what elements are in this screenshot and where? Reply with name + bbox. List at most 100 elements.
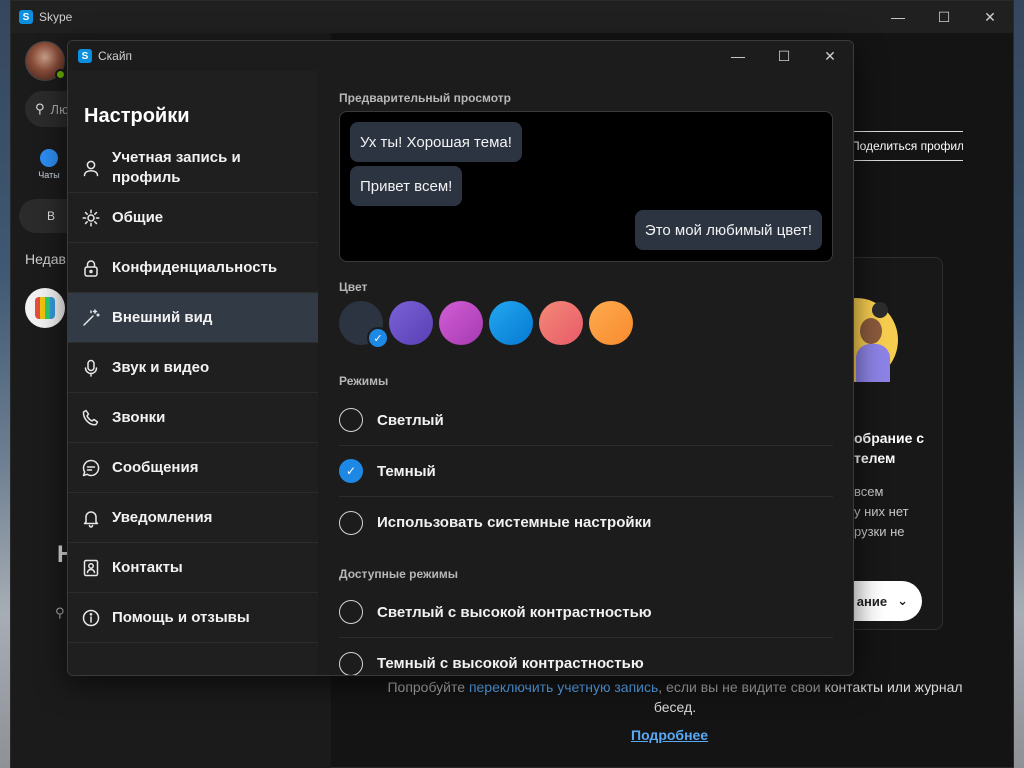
main-window-controls: — ☐ ✕: [875, 1, 1013, 33]
tab-chats-label: Чаты: [38, 170, 60, 180]
color-swatch[interactable]: [439, 301, 483, 345]
mode-option-label: Светлый с высокой контрастностью: [377, 603, 652, 621]
mode-option-label: Светлый: [377, 411, 444, 429]
radio-unchecked-icon[interactable]: [339, 600, 363, 624]
main-titlebar: S Skype — ☐ ✕: [11, 1, 1013, 33]
settings-nav-item-label: Сообщения: [112, 458, 199, 476]
gear-icon: [80, 207, 102, 229]
recent-chat-avatar[interactable]: [25, 288, 65, 328]
settings-nav-item-label: Звук и видео: [112, 358, 210, 376]
skype-logo-icon: S: [19, 10, 33, 24]
mode-option[interactable]: Темный с высокой контрастностью: [339, 638, 833, 675]
recent-chats-label: Недав: [25, 251, 66, 267]
note-contacts: контакты: [824, 679, 884, 695]
phone-icon: [80, 407, 102, 429]
note-text-1: Попробуйте: [387, 679, 469, 695]
radio-checked-icon[interactable]: ✓: [339, 459, 363, 483]
appearance-settings-panel: Предварительный просмотр Ух ты! Хорошая …: [318, 71, 853, 675]
settings-nav-item-label: Звонки: [112, 408, 166, 426]
mode-option-label: Использовать системные настройки: [377, 514, 652, 531]
color-label: Цвет: [339, 280, 368, 294]
chat-bubble-icon: [40, 149, 58, 167]
bell-icon: [80, 507, 102, 529]
preview-label: Предварительный просмотр: [339, 91, 511, 105]
switch-account-note: Попробуйте переключить учетную запись, е…: [370, 677, 980, 717]
modes-radio-group: Светлый ✓ Темный Использовать системные нас…: [339, 395, 833, 548]
radio-unchecked-icon[interactable]: [339, 408, 363, 432]
promo-action-label: ание: [856, 593, 888, 609]
preview-message-outgoing: Это мой любимый цвет!: [634, 210, 822, 250]
maximize-icon[interactable]: ☐: [921, 1, 967, 33]
chevron-down-icon: ⌄: [897, 593, 908, 608]
settings-nav-item-label: Учетная запись и профиль: [112, 148, 241, 186]
settings-nav-item-label: Внешний вид: [112, 308, 213, 326]
mode-option[interactable]: Светлый: [339, 395, 833, 446]
settings-nav-item[interactable]: Звук и видео: [68, 343, 318, 393]
mode-option-label: Темный: [377, 462, 436, 480]
color-swatches: ✓: [339, 301, 633, 349]
checkmark-icon: ✓: [367, 327, 389, 349]
settings-nav-list: Учетная запись и профиль Общие Конфиденциа…: [68, 143, 318, 643]
promo-text: всем у них нет рузки не: [854, 484, 909, 539]
message-icon: [80, 457, 102, 479]
presence-online-icon: [55, 69, 66, 80]
note-text-2: , если вы не видите свои: [658, 679, 825, 695]
learn-more-link[interactable]: Подробнее: [631, 727, 708, 743]
settings-nav-item-label: Помощь и отзывы: [112, 608, 250, 626]
color-swatch[interactable]: [539, 301, 583, 345]
search-icon: ⚲: [55, 605, 65, 620]
radio-unchecked-icon[interactable]: [339, 510, 363, 535]
preview-message-incoming: Привет всем!: [350, 166, 463, 206]
available-modes-radio-group: Светлый с высокой контрастностью Темный с…: [339, 587, 833, 675]
my-avatar[interactable]: [25, 41, 66, 81]
color-swatch[interactable]: [589, 301, 633, 345]
settings-nav-item-label: Конфиденциальность: [112, 258, 278, 276]
skype-logo-icon: S: [78, 49, 92, 63]
settings-nav: Настройки Учетная запись и профиль Общие К…: [68, 71, 318, 675]
theme-preview: Ух ты! Хорошая тема! Привет всем! Это мо…: [339, 111, 833, 262]
settings-nav-item[interactable]: Сообщения: [68, 443, 318, 493]
settings-nav-item-label: Контакты: [112, 558, 183, 576]
settings-nav-item[interactable]: Помощь и отзывы: [68, 593, 318, 643]
close-icon[interactable]: ✕: [807, 41, 853, 71]
settings-nav-item[interactable]: Звонки: [68, 393, 318, 443]
microphone-icon: [80, 357, 102, 379]
search-icon: ⚲: [35, 101, 45, 116]
mode-option-label: Темный с высокой контрастностью: [377, 655, 644, 672]
main-window-title: Skype: [39, 10, 73, 24]
lock-icon: [80, 257, 102, 279]
modes-label: Режимы: [339, 374, 389, 388]
bot-avatar-icon: [35, 297, 55, 319]
settings-nav-item[interactable]: Внешний вид: [68, 293, 318, 343]
magic-wand-icon: [80, 307, 102, 329]
radio-unchecked-icon[interactable]: [339, 651, 363, 675]
color-swatch[interactable]: [489, 301, 533, 345]
share-profile-button[interactable]: Поделиться профилем: [849, 131, 963, 161]
mode-option[interactable]: Светлый с высокой контрастностью: [339, 587, 833, 638]
switch-account-link[interactable]: переключить учетную запись: [469, 679, 658, 695]
dialog-window-controls: — ☐ ✕: [715, 41, 853, 71]
dialog-titlebar: S Скайп — ☐ ✕: [68, 41, 853, 71]
contacts-icon: [80, 557, 102, 579]
color-swatch[interactable]: [389, 301, 433, 345]
mode-option[interactable]: Использовать системные настройки: [339, 497, 833, 548]
close-icon[interactable]: ✕: [967, 1, 1013, 33]
settings-dialog: S Скайп — ☐ ✕ Настройки Учетная запись и…: [67, 40, 854, 676]
color-swatch[interactable]: ✓: [339, 301, 389, 349]
settings-nav-item[interactable]: Учетная запись и профиль: [68, 143, 318, 193]
tab-chats[interactable]: Чаты: [31, 149, 67, 180]
meet-now-label: В: [47, 209, 56, 223]
settings-nav-item[interactable]: Контакты: [68, 543, 318, 593]
minimize-icon[interactable]: —: [715, 41, 761, 71]
maximize-icon[interactable]: ☐: [761, 41, 807, 71]
dialog-title: Скайп: [98, 49, 133, 63]
settings-nav-item[interactable]: Конфиденциальность: [68, 243, 318, 293]
available-modes-label: Доступные режимы: [339, 567, 458, 581]
promo-title: обрание с телем: [854, 430, 925, 466]
person-icon: [80, 157, 102, 179]
settings-nav-item-label: Уведомления: [112, 508, 213, 526]
mode-option[interactable]: ✓ Темный: [339, 446, 833, 497]
minimize-icon[interactable]: —: [875, 1, 921, 33]
settings-nav-item[interactable]: Общие: [68, 193, 318, 243]
settings-nav-item[interactable]: Уведомления: [68, 493, 318, 543]
